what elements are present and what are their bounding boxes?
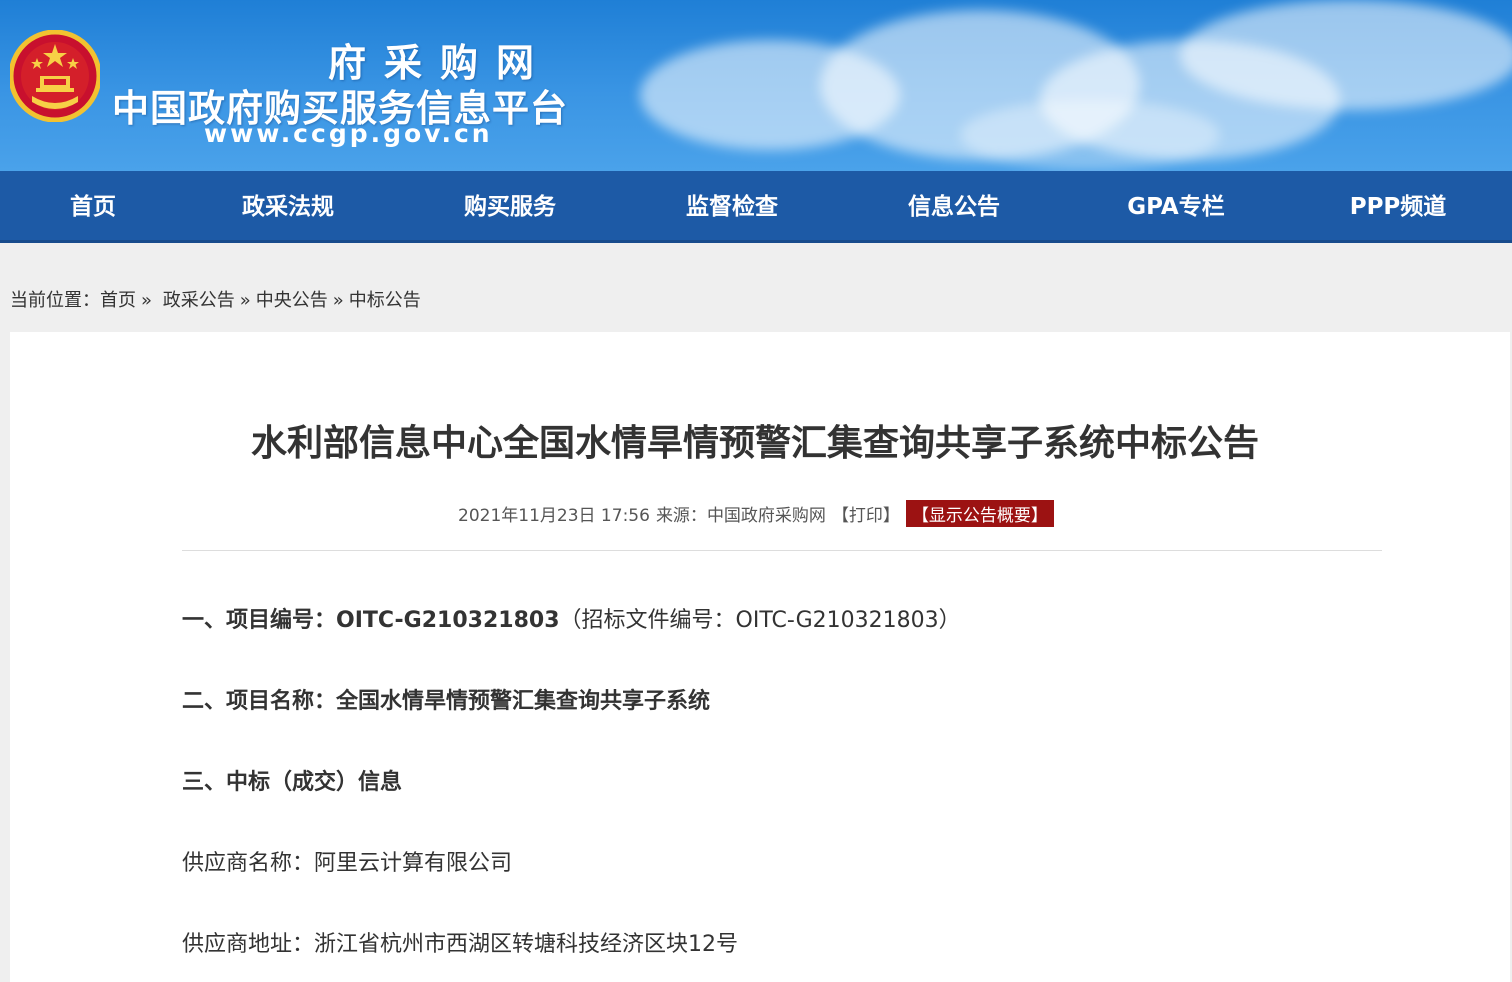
section-project-name: 二、项目名称：全国水情旱情预警汇集查询共享子系统: [182, 683, 710, 715]
article-title: 水利部信息中心全国水情旱情预警汇集查询共享子系统中标公告: [250, 423, 1259, 464]
breadcrumb-item-home[interactable]: 首页: [100, 290, 136, 311]
breadcrumb-separator: »: [141, 290, 153, 311]
breadcrumb-item-award-notices[interactable]: 中标公告: [349, 290, 421, 311]
nav-item-home[interactable]: 首页: [70, 171, 116, 243]
nav-item-regulations[interactable]: 政采法规: [242, 171, 334, 243]
supplier-name: 供应商名称：阿里云计算有限公司: [182, 851, 513, 876]
section-award-info: 三、中标（成交）信息: [182, 764, 402, 796]
breadcrumb-separator: »: [239, 290, 251, 311]
cloud-decoration: [1180, 0, 1512, 110]
breadcrumb-prefix: 当前位置：: [10, 290, 100, 311]
nav-item-announcements[interactable]: 信息公告: [908, 171, 1000, 243]
article-source-label: 来源：: [655, 506, 707, 526]
article-source: 中国政府采购网: [706, 506, 826, 526]
supplier-address: 供应商地址：浙江省杭州市西湖区转塘科技经济区块12号: [182, 932, 738, 957]
site-url: www.ccgp.gov.cn: [204, 119, 493, 148]
main-nav: 首页 政采法规 购买服务 监督检查 信息公告 GPA专栏 PPP频道: [0, 171, 1512, 243]
article-meta: 2021年11月23日 17:56 来源： 中国政府采购网 【打印】 【显示公告…: [458, 500, 1054, 527]
breadcrumb: 当前位置：首页» 政采公告» 中央公告» 中标公告: [10, 286, 421, 312]
nav-item-ppp[interactable]: PPP频道: [1350, 171, 1447, 243]
section-text: （招标文件编号：OITC-G210321803）: [559, 608, 961, 633]
section-project-number: 一、项目编号：OITC-G210321803（招标文件编号：OITC-G2103…: [182, 602, 961, 634]
section-heading: 三、中标（成交）信息: [182, 770, 403, 795]
article-datetime: 2021年11月23日 17:56: [458, 506, 650, 526]
divider: [182, 550, 1382, 551]
breadcrumb-item-central-notices[interactable]: 中央公告: [256, 290, 328, 311]
article-card: 水利部信息中心全国水情旱情预警汇集查询共享子系统中标公告 2021年11月23日…: [10, 332, 1510, 982]
breadcrumb-item-procurement-notices[interactable]: 政采公告: [163, 290, 235, 311]
print-link[interactable]: 【打印】: [832, 501, 900, 526]
section-heading: 二、项目名称：全国水情旱情预警汇集查询共享子系统: [182, 689, 711, 714]
section-heading: 一、项目编号：OITC-G210321803: [182, 608, 560, 633]
breadcrumb-separator: »: [332, 290, 344, 311]
nav-item-supervision[interactable]: 监督检查: [686, 171, 778, 243]
nav-item-purchase-services[interactable]: 购买服务: [464, 171, 556, 243]
show-summary-button[interactable]: 【显示公告概要】: [905, 500, 1054, 527]
header-banner: 府采购网 中国政府购买服务信息平台 www.ccgp.gov.cn: [0, 0, 1512, 171]
nav-item-gpa[interactable]: GPA专栏: [1127, 171, 1224, 243]
national-emblem-icon: [10, 30, 100, 122]
cloud-decoration: [960, 100, 1220, 170]
